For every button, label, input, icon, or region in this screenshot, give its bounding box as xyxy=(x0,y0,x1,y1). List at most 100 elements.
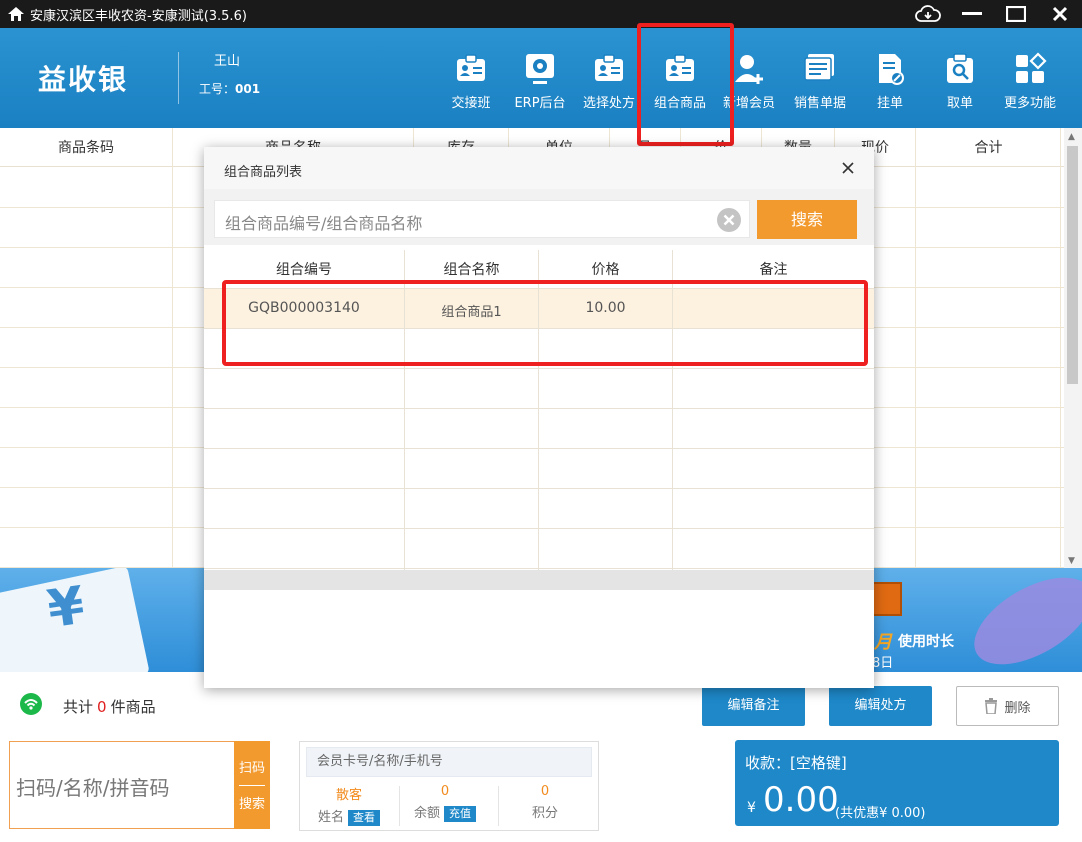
member-points-label: 积分 xyxy=(531,806,558,821)
close-window-button[interactable] xyxy=(1038,0,1082,28)
retrieve-order-icon xyxy=(947,53,973,83)
button-separator xyxy=(239,785,265,786)
tool-handover[interactable]: 交接班 xyxy=(434,52,508,111)
prescription-icon xyxy=(595,54,623,81)
checkout-button[interactable]: 收款：[空格键] ¥ 0.00 (共优惠¥ 0.00) xyxy=(735,740,1059,826)
clear-icon[interactable] xyxy=(717,208,741,232)
discount-info: (共优惠¥ 0.00) xyxy=(835,806,926,821)
tool-label: ERP后台 xyxy=(514,96,566,111)
scan-input[interactable]: 扫码/名称/拼音码 xyxy=(9,741,235,829)
edit-prescription-button[interactable]: 编辑处方 xyxy=(829,686,932,726)
banner-usage: 使用时长 xyxy=(898,634,954,650)
tool-hold-order[interactable]: 挂单 xyxy=(853,52,927,111)
col-barcode: 商品条码 xyxy=(58,140,114,156)
combo-product-icon xyxy=(666,54,694,81)
gear-icon xyxy=(526,54,554,84)
cashier-id-value: 001 xyxy=(235,82,261,96)
tool-erp[interactable]: ERP后台 xyxy=(503,52,577,111)
combo-search-placeholder: 组合商品编号/组合商品名称 xyxy=(225,214,423,233)
cashier-id: 工号：001 xyxy=(199,80,260,97)
minimize-icon xyxy=(962,12,982,15)
scan-button[interactable]: 扫码 xyxy=(234,757,270,776)
checkout-footer: 共计 0 件商品 编辑备注 编辑处方 删除 扫码/名称/拼音码 扫码 搜索 会员卡号… xyxy=(0,672,1082,842)
edit-note-button[interactable]: 编辑备注 xyxy=(702,686,805,726)
add-member-icon xyxy=(735,55,763,84)
member-balance-label: 余额 xyxy=(413,806,440,821)
member-balance-label-row: 余额 充值 xyxy=(396,802,494,822)
tool-combo-product[interactable]: 组合商品 xyxy=(643,52,717,111)
member-balance-col: 0 余额 充值 xyxy=(396,784,494,828)
cloud-download-icon xyxy=(915,5,941,22)
member-panel: 会员卡号/名称/手机号 散客 姓名 查看 0 余额 充值 0 积分 xyxy=(299,741,599,831)
member-points-col: 0 积分 xyxy=(496,784,594,828)
banner-month: 月 xyxy=(874,632,892,653)
combo-product-dialog: 组合商品列表 组合商品编号/组合商品名称 搜索 组合编号 组合名称 价格 备注 … xyxy=(204,147,874,688)
home-icon xyxy=(8,7,24,21)
scan-placeholder: 扫码/名称/拼音码 xyxy=(16,776,170,800)
tool-sales-receipts[interactable]: 销售单据 xyxy=(783,52,857,111)
scroll-up-icon[interactable]: ▲ xyxy=(1068,132,1075,142)
col-total: 合计 xyxy=(974,140,1003,156)
title-bar: 安康汉滨区丰收农资-安康测试(3.5.6) xyxy=(0,0,1082,28)
tool-label: 新增会员 xyxy=(722,96,775,111)
maximize-button[interactable] xyxy=(994,0,1038,28)
member-name-col: 散客 姓名 查看 xyxy=(300,784,398,828)
close-icon[interactable] xyxy=(840,160,856,176)
member-points-value: 0 xyxy=(540,784,550,799)
tool-label: 挂单 xyxy=(876,96,903,111)
trash-icon xyxy=(985,698,998,714)
dialog-title: 组合商品列表 xyxy=(224,165,303,180)
tool-add-member[interactable]: 新增会员 xyxy=(712,52,786,111)
member-name-label-row: 姓名 查看 xyxy=(300,806,398,826)
more-functions-icon xyxy=(1016,52,1047,83)
sales-receipt-icon xyxy=(804,54,834,81)
recharge-button[interactable]: 充值 xyxy=(444,806,476,822)
tool-label: 更多功能 xyxy=(1003,96,1056,111)
delete-button[interactable]: 删除 xyxy=(956,686,1059,726)
pay-title: 收款：[空格键] xyxy=(745,754,847,772)
app-header: 益收银 王山 工号：001 交接班 ERP后台 选择处方 组合商品 新增会员 销… xyxy=(0,28,1082,128)
dialog-search-bar: 组合商品编号/组合商品名称 搜索 xyxy=(204,189,874,245)
handover-icon xyxy=(457,54,485,81)
total-unit: 件商品 xyxy=(110,698,156,716)
combo-table: 组合编号 组合名称 价格 备注 GQB000003140 组合商品1 10.00 xyxy=(204,250,874,570)
cloud-sync-button[interactable] xyxy=(906,0,950,28)
window-title: 安康汉滨区丰收农资-安康测试(3.5.6) xyxy=(30,8,247,24)
scan-search-buttons: 扫码 搜索 xyxy=(234,741,270,829)
search-button[interactable]: 搜索 xyxy=(234,793,270,812)
close-icon xyxy=(1052,6,1068,22)
member-search-input[interactable]: 会员卡号/名称/手机号 xyxy=(306,747,592,777)
total-label: 共计 xyxy=(63,698,94,716)
cashier-id-label: 工号： xyxy=(199,82,236,96)
pay-amount: 0.00 xyxy=(763,780,839,820)
horizontal-scrollbar[interactable] xyxy=(204,570,874,590)
dialog-header: 组合商品列表 xyxy=(204,147,874,189)
member-name-value: 散客 xyxy=(335,788,362,803)
tool-select-prescription[interactable]: 选择处方 xyxy=(572,52,646,111)
cart-scrollbar[interactable]: ▲ ▼ xyxy=(1064,128,1082,568)
box-illustration xyxy=(872,582,902,616)
tool-label: 选择处方 xyxy=(582,96,635,111)
combo-search-button[interactable]: 搜索 xyxy=(757,200,857,239)
header-divider xyxy=(178,52,179,104)
combo-search-input[interactable]: 组合商品编号/组合商品名称 xyxy=(214,200,750,238)
minimize-button[interactable] xyxy=(950,0,994,28)
tool-label: 组合商品 xyxy=(653,96,706,111)
banner-day: 8日 xyxy=(872,656,894,671)
view-member-button[interactable]: 查看 xyxy=(348,810,380,826)
brand-logo: 益收银 xyxy=(38,63,129,96)
maximize-icon xyxy=(1006,6,1026,22)
member-balance-value: 0 xyxy=(440,784,450,799)
currency-symbol: ¥ xyxy=(747,800,756,816)
total-count: 0 xyxy=(97,698,107,716)
delete-label: 删除 xyxy=(1004,700,1031,716)
tool-retrieve-order[interactable]: 取单 xyxy=(923,52,997,111)
combo-table-grid xyxy=(204,250,874,570)
scroll-down-icon[interactable]: ▼ xyxy=(1068,556,1075,566)
tool-label: 交接班 xyxy=(451,96,491,111)
hold-order-icon xyxy=(879,54,904,85)
cashier-name: 王山 xyxy=(214,54,241,69)
tool-more-functions[interactable]: 更多功能 xyxy=(993,52,1067,111)
scrollbar-thumb[interactable] xyxy=(1067,146,1078,384)
item-count: 共计 0 件商品 xyxy=(63,696,156,717)
